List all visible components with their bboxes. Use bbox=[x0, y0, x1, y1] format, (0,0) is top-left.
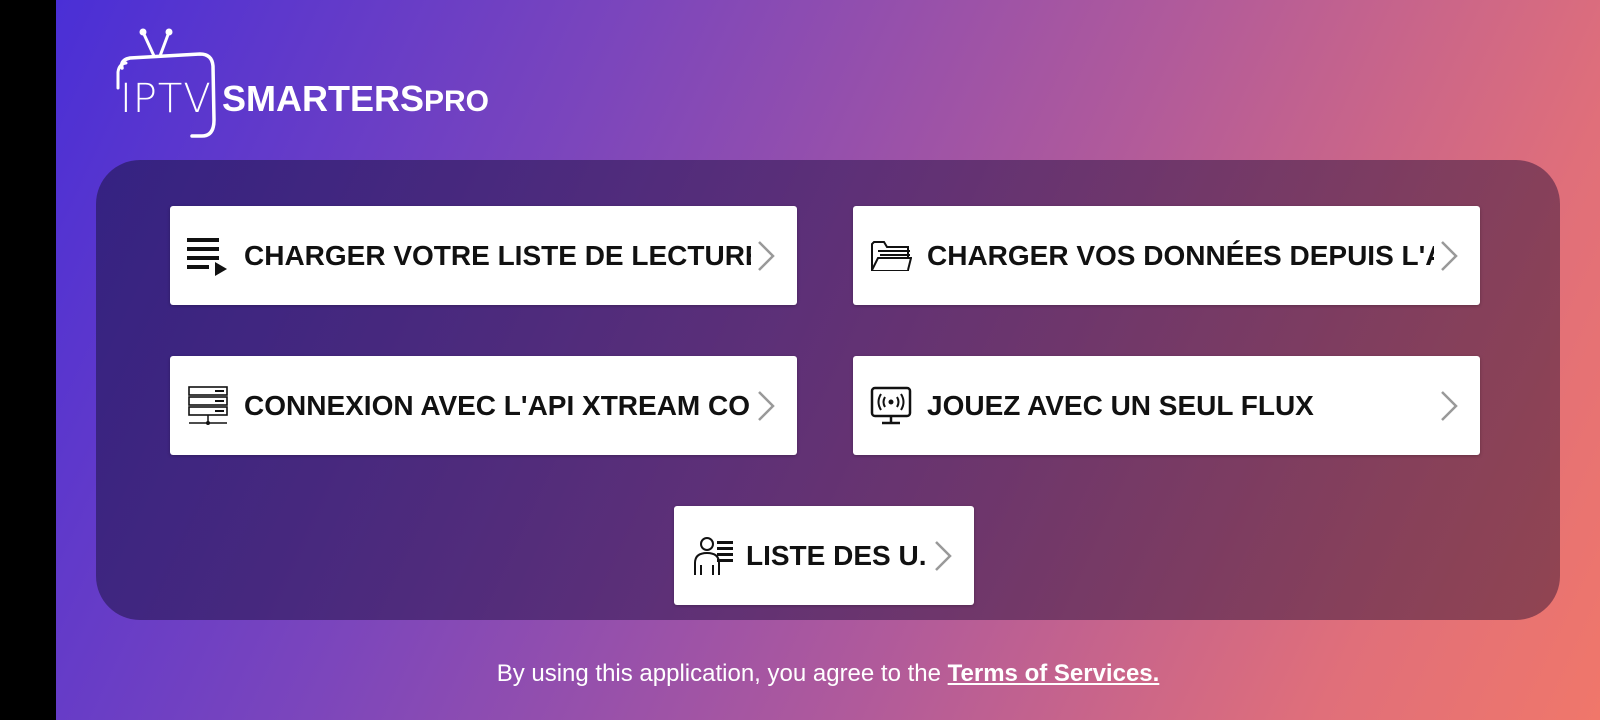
folder-icon bbox=[869, 234, 913, 278]
menu-item-label: CHARGER VOTRE LISTE DE LECTURE.. bbox=[244, 239, 751, 271]
logo-smarters-text: SMARTERS bbox=[222, 78, 425, 119]
xtream-codes-login-button[interactable]: CONNEXION AVEC L'API XTREAM COD.. bbox=[170, 356, 797, 455]
play-single-stream-button[interactable]: JOUEZ AVEC UN SEUL FLUX bbox=[853, 356, 1480, 455]
server-icon bbox=[186, 384, 230, 428]
menu-item-label: JOUEZ AVEC UN SEUL FLUX bbox=[927, 389, 1314, 421]
load-playlist-button[interactable]: CHARGER VOTRE LISTE DE LECTURE.. bbox=[170, 206, 797, 305]
left-black-bar bbox=[0, 0, 56, 720]
terms-notice-text: By using this application, you agree to … bbox=[496, 660, 948, 687]
chevron-right-icon bbox=[751, 236, 781, 276]
menu-item-label: CHARGER VOS DONNÉES DEPUIS L'AP.. bbox=[927, 239, 1434, 271]
chevron-right-icon bbox=[1434, 386, 1464, 426]
playlist-icon bbox=[186, 234, 230, 278]
app-logo: IPTV SMARTERS PRO bbox=[116, 28, 496, 144]
load-data-from-app-button[interactable]: CHARGER VOS DONNÉES DEPUIS L'AP.. bbox=[853, 206, 1480, 305]
menu-item-label: LISTE DES U.. bbox=[746, 539, 928, 571]
terms-notice: By using this application, you agree to … bbox=[56, 660, 1600, 688]
user-list-button[interactable]: LISTE DES U.. bbox=[674, 506, 974, 605]
logo-pro-text: PRO bbox=[424, 85, 490, 118]
stream-monitor-icon bbox=[869, 384, 913, 428]
terms-of-services-link[interactable]: Terms of Services. bbox=[948, 660, 1160, 687]
user-list-icon bbox=[692, 534, 736, 578]
chevron-right-icon bbox=[928, 536, 958, 576]
chevron-right-icon bbox=[1434, 236, 1464, 276]
menu-item-label: CONNEXION AVEC L'API XTREAM COD.. bbox=[244, 389, 751, 421]
logo-iptv-text: IPTV bbox=[120, 76, 212, 122]
chevron-right-icon bbox=[751, 386, 781, 426]
